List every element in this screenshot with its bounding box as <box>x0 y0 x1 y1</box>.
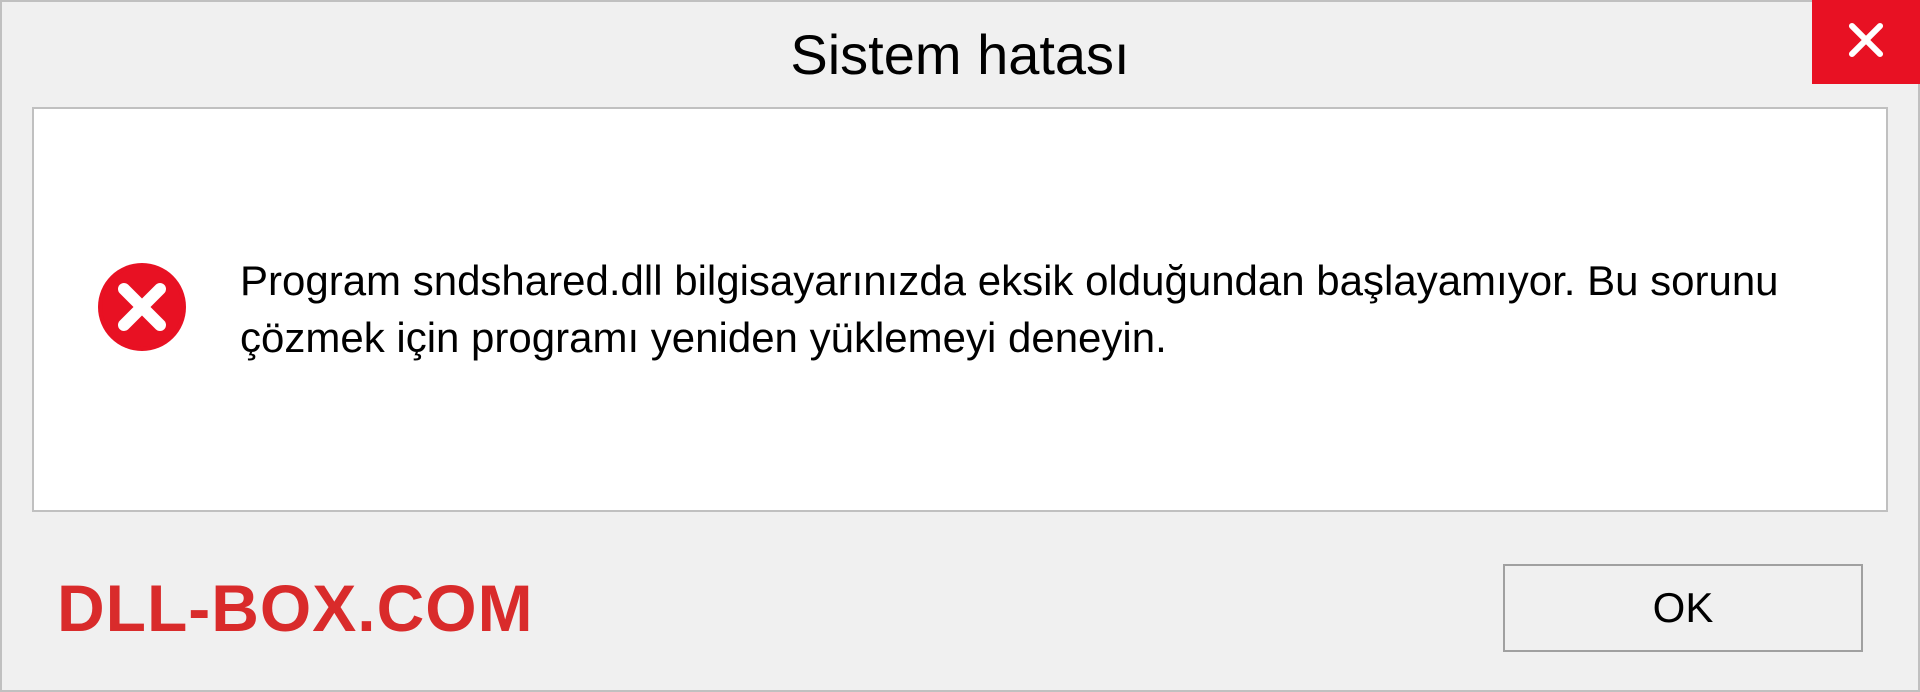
ok-button[interactable]: OK <box>1503 564 1863 652</box>
error-icon <box>94 342 190 359</box>
dialog-title: Sistem hatası <box>790 22 1129 87</box>
close-button[interactable] <box>1812 0 1920 84</box>
content-area: Program sndshared.dll bilgisayarınızda e… <box>32 107 1888 512</box>
title-bar: Sistem hatası <box>2 2 1918 107</box>
error-icon-wrapper <box>94 259 190 360</box>
footer: DLL-BOX.COM OK <box>2 550 1918 690</box>
ok-button-label: OK <box>1653 584 1714 632</box>
close-icon <box>1845 19 1887 66</box>
error-message: Program sndshared.dll bilgisayarınızda e… <box>240 253 1826 366</box>
watermark-text: DLL-BOX.COM <box>57 570 534 646</box>
